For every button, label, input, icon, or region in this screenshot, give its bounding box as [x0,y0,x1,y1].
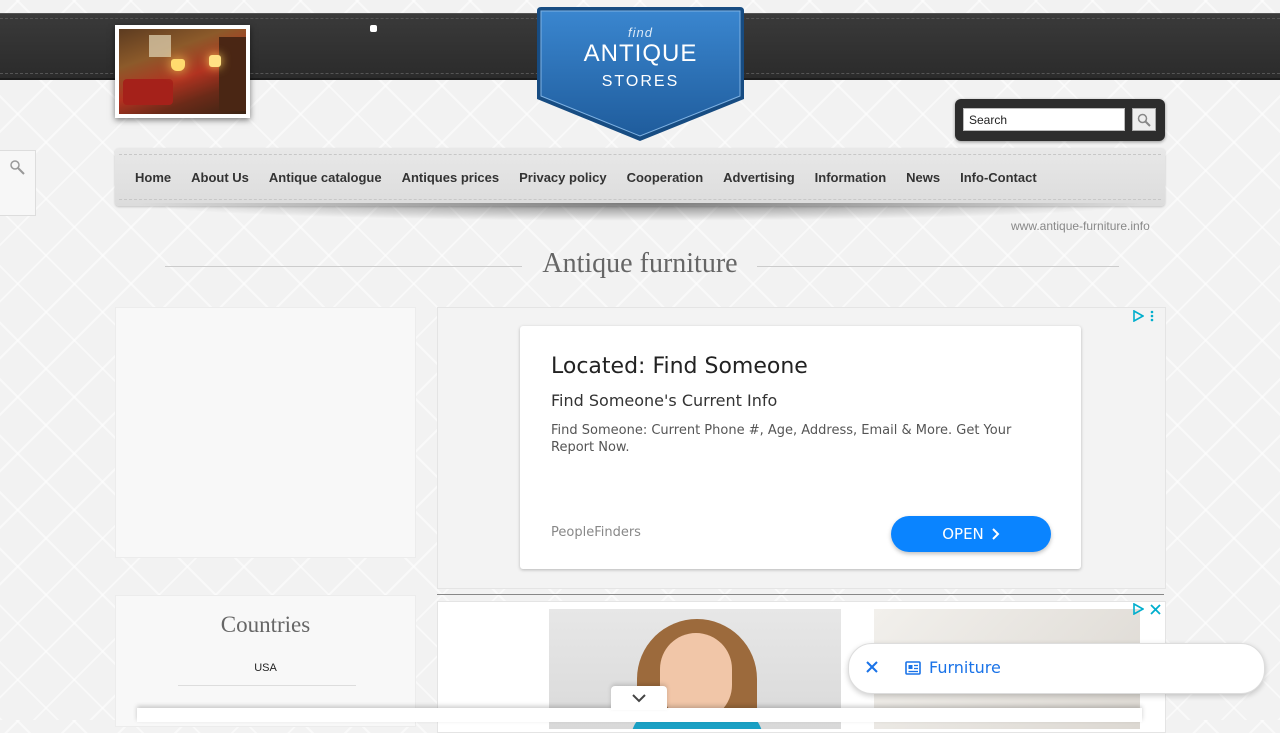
nav-item-advertising[interactable]: Advertising [723,170,795,185]
ad-headline[interactable]: Located: Find Someone [551,354,808,379]
ad-card[interactable]: Located: Find Someone Find Someone's Cur… [520,326,1081,569]
search-suggestion-chip[interactable]: Furniture [848,643,1265,694]
article-icon [905,661,921,675]
search-icon [9,160,25,175]
country-link-usa[interactable]: USA [116,662,415,674]
countries-title: Countries [220,612,311,637]
logo-find-text: find [628,25,653,40]
site-logo[interactable]: find ANTIQUE STORES [535,7,746,143]
nav-item-information[interactable]: Information [815,170,887,185]
logo-antique-text: ANTIQUE [583,40,698,67]
nav-item-antiques-prices[interactable]: Antiques prices [402,170,500,185]
anchor-ad-toggle[interactable] [611,686,667,710]
ad-advertiser[interactable]: PeopleFinders [551,525,641,540]
ad-open-label: OPEN [942,525,984,543]
close-icon[interactable] [865,660,879,674]
nav-item-news[interactable]: News [906,170,940,185]
suggestion-label[interactable]: Furniture [929,658,1001,677]
more-vert-icon[interactable] [1150,310,1154,322]
page-title: Antique furniture [542,248,738,279]
nav-item-privacy-policy[interactable]: Privacy policy [519,170,606,185]
search-icon [1137,113,1151,127]
nav-item-info-contact[interactable]: Info-Contact [960,170,1037,185]
chevron-right-icon [992,528,1000,540]
search-input[interactable] [963,108,1125,131]
side-search-tab[interactable] [0,150,36,216]
nav-item-cooperation[interactable]: Cooperation [627,170,704,185]
logo-stores-text: STORES [601,73,680,90]
ad-open-button[interactable]: OPEN [891,516,1051,552]
adchoices[interactable] [1132,310,1154,322]
ad-description: Find Someone: Current Phone #, Age, Addr… [551,423,1012,455]
ad2-adchoices[interactable] [1132,603,1161,615]
header-photo [115,25,250,118]
search-button[interactable] [1132,108,1156,131]
adchoices-icon [1133,310,1144,322]
nav-list: Home About Us Antique catalogue Antiques… [135,170,1057,185]
nav-item-about-us[interactable]: About Us [191,170,249,185]
close-icon[interactable] [1150,603,1161,615]
site-url[interactable]: www.antique-furniture.info [1011,219,1150,233]
nav-item-antique-catalogue[interactable]: Antique catalogue [269,170,382,185]
adchoices-icon [1133,603,1144,615]
slider-dot[interactable] [370,25,377,32]
chevron-down-icon [632,694,646,703]
search-box [955,99,1165,141]
nav-item-home[interactable]: Home [135,170,171,185]
sidebar-ad-slot [115,307,416,558]
ad-subheadline[interactable]: Find Someone's Current Info [551,391,777,410]
